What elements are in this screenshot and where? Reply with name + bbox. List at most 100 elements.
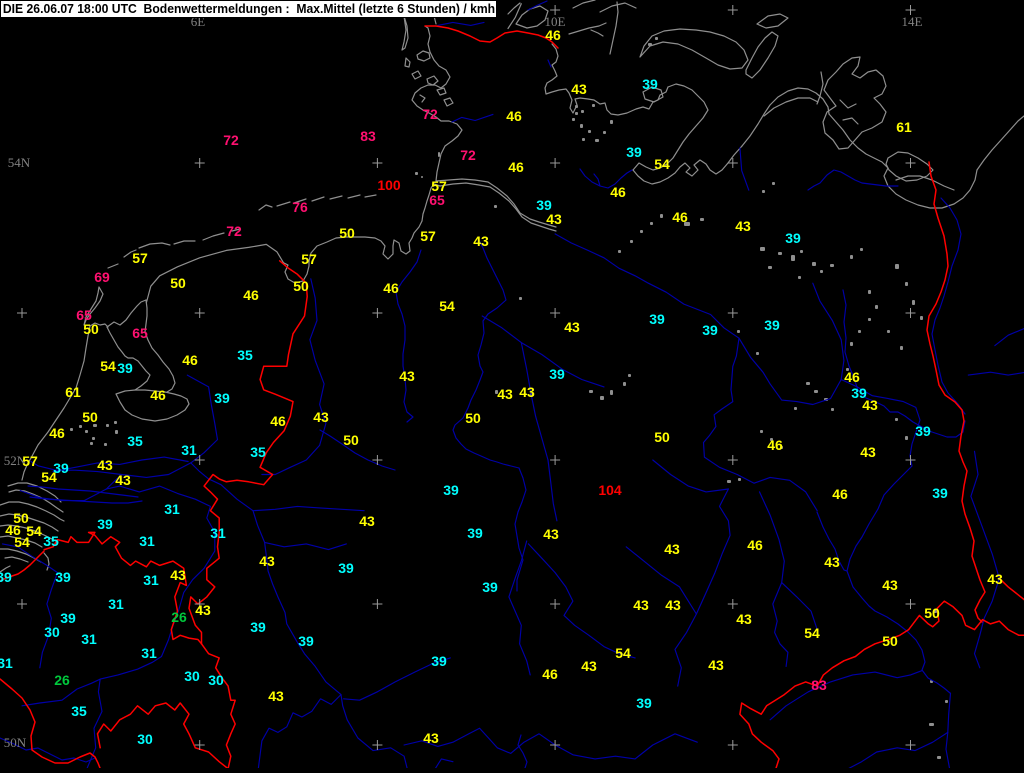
svg-text:50: 50 [343, 432, 359, 448]
svg-text:46: 46 [844, 369, 860, 385]
svg-text:46: 46 [672, 209, 688, 225]
svg-text:39: 39 [60, 610, 76, 626]
svg-text:43: 43 [862, 397, 878, 413]
svg-text:43: 43 [97, 457, 113, 473]
svg-text:72: 72 [460, 147, 476, 163]
svg-text:30: 30 [44, 624, 60, 640]
svg-text:54: 54 [804, 625, 820, 641]
svg-text:31: 31 [164, 501, 180, 517]
svg-text:50N: 50N [4, 735, 27, 750]
svg-text:43: 43 [268, 688, 284, 704]
svg-text:35: 35 [127, 433, 143, 449]
svg-text:46: 46 [383, 280, 399, 296]
svg-text:39: 39 [250, 619, 266, 635]
svg-text:26: 26 [171, 609, 187, 625]
svg-text:39: 39 [214, 390, 230, 406]
svg-text:43: 43 [423, 730, 439, 746]
svg-text:35: 35 [71, 703, 87, 719]
svg-text:31: 31 [108, 596, 124, 612]
svg-text:100: 100 [377, 177, 401, 193]
svg-text:46: 46 [767, 437, 783, 453]
svg-text:46: 46 [508, 159, 524, 175]
svg-text:43: 43 [519, 384, 535, 400]
svg-text:50: 50 [170, 275, 186, 291]
svg-text:39: 39 [626, 144, 642, 160]
svg-text:43: 43 [359, 513, 375, 529]
svg-text:39: 39 [549, 366, 565, 382]
svg-text:35: 35 [43, 533, 59, 549]
svg-text:31: 31 [81, 631, 97, 647]
svg-text:43: 43 [987, 571, 1003, 587]
svg-text:46: 46 [832, 486, 848, 502]
svg-text:35: 35 [250, 444, 266, 460]
svg-text:50: 50 [82, 409, 98, 425]
svg-text:39: 39 [338, 560, 354, 576]
svg-text:43: 43 [824, 554, 840, 570]
svg-text:50: 50 [924, 605, 940, 621]
svg-text:72: 72 [226, 223, 242, 239]
svg-text:76: 76 [292, 199, 308, 215]
svg-text:43: 43 [546, 211, 562, 227]
svg-text:43: 43 [473, 233, 489, 249]
svg-text:50: 50 [882, 633, 898, 649]
svg-text:54: 54 [654, 156, 670, 172]
svg-text:43: 43 [259, 553, 275, 569]
svg-text:50: 50 [465, 410, 481, 426]
svg-text:43: 43 [581, 658, 597, 674]
svg-text:72: 72 [422, 106, 438, 122]
svg-text:61: 61 [65, 384, 81, 400]
svg-text:57: 57 [132, 250, 148, 266]
svg-text:31: 31 [0, 655, 13, 671]
svg-text:43: 43 [497, 386, 513, 402]
svg-text:46: 46 [542, 666, 558, 682]
svg-text:43: 43 [564, 319, 580, 335]
svg-text:31: 31 [181, 442, 197, 458]
svg-text:54: 54 [615, 645, 631, 661]
svg-text:43: 43 [170, 567, 186, 583]
svg-text:46: 46 [610, 184, 626, 200]
svg-text:46: 46 [545, 27, 561, 43]
svg-text:46: 46 [182, 352, 198, 368]
svg-text:39: 39 [431, 653, 447, 669]
svg-text:50: 50 [293, 278, 309, 294]
svg-text:31: 31 [141, 645, 157, 661]
svg-text:39: 39 [0, 569, 12, 585]
svg-text:26: 26 [54, 672, 70, 688]
svg-text:46: 46 [747, 537, 763, 553]
svg-text:30: 30 [184, 668, 200, 684]
svg-text:43: 43 [115, 472, 131, 488]
svg-text:39: 39 [932, 485, 948, 501]
svg-text:50: 50 [339, 225, 355, 241]
svg-text:31: 31 [143, 572, 159, 588]
svg-text:43: 43 [399, 368, 415, 384]
svg-text:31: 31 [139, 533, 155, 549]
svg-text:65: 65 [132, 325, 148, 341]
svg-text:39: 39 [55, 569, 71, 585]
svg-text:39: 39 [636, 695, 652, 711]
svg-text:39: 39 [467, 525, 483, 541]
svg-text:43: 43 [664, 541, 680, 557]
svg-text:57: 57 [420, 228, 436, 244]
svg-text:50: 50 [83, 321, 99, 337]
svg-text:65: 65 [429, 192, 445, 208]
svg-text:46: 46 [506, 108, 522, 124]
svg-text:39: 39 [764, 317, 780, 333]
svg-text:31: 31 [210, 525, 226, 541]
svg-text:54: 54 [14, 534, 30, 550]
svg-text:57: 57 [301, 251, 317, 267]
svg-text:43: 43 [860, 444, 876, 460]
svg-text:39: 39 [642, 76, 658, 92]
svg-text:39: 39 [915, 423, 931, 439]
svg-text:39: 39 [785, 230, 801, 246]
svg-text:43: 43 [633, 597, 649, 613]
svg-text:14E: 14E [902, 14, 923, 29]
svg-text:30: 30 [208, 672, 224, 688]
svg-text:43: 43 [882, 577, 898, 593]
svg-text:46: 46 [49, 425, 65, 441]
svg-text:43: 43 [665, 597, 681, 613]
svg-text:43: 43 [571, 81, 587, 97]
svg-text:54: 54 [439, 298, 455, 314]
svg-text:39: 39 [298, 633, 314, 649]
svg-text:50: 50 [654, 429, 670, 445]
svg-text:104: 104 [598, 482, 622, 498]
